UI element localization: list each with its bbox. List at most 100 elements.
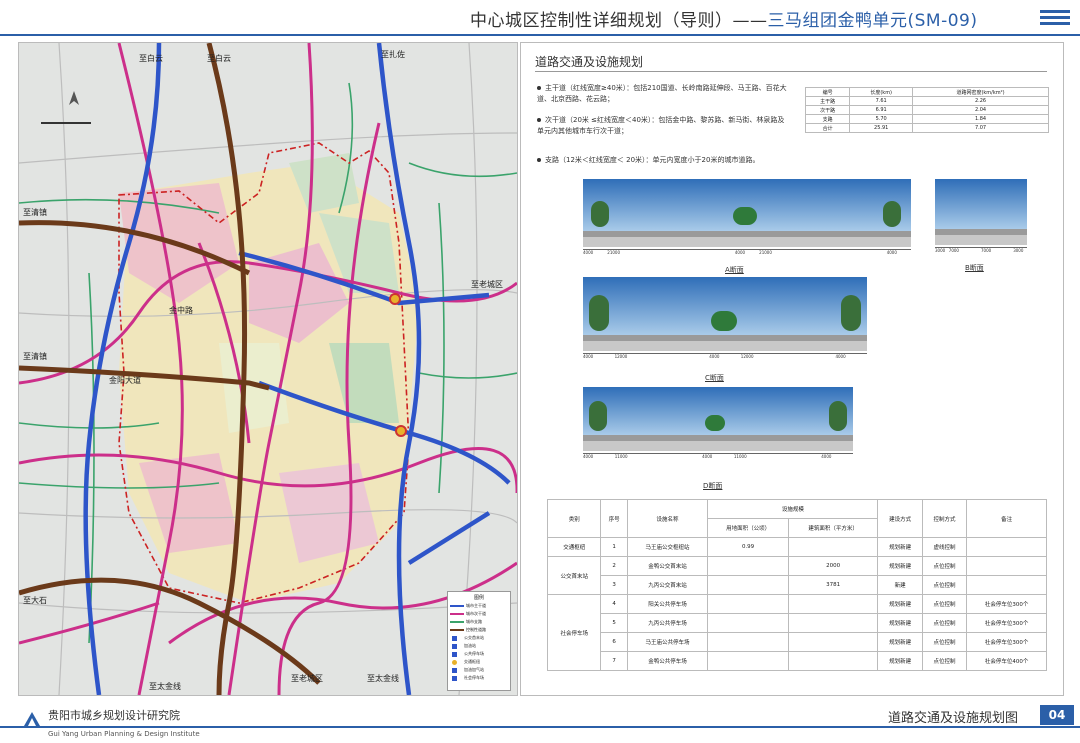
facility-cell: 社会停车位300个 (966, 632, 1047, 652)
facility-cell: 社会停车位300个 (966, 613, 1047, 633)
header-decoration (1040, 10, 1070, 28)
dim: 3000 (935, 247, 949, 256)
table-row: 社会停车场 4 阳关公共停车场 规划新建 点位控制 社会停车位300个 (546, 594, 1047, 671)
facility-cell: 点位控制 (921, 632, 968, 652)
facility-cell (707, 594, 789, 614)
density-cell: 2.26 (912, 96, 1049, 106)
institute-name-en: Gui Yang Urban Planning & Design Institu… (48, 730, 200, 738)
legend-item-bus-terminal: 公交首末站 (464, 635, 484, 640)
density-header: 道路网密度(km/km²) (912, 87, 1049, 97)
facility-header: 备注 (966, 499, 1047, 538)
hub-icon (395, 425, 407, 437)
label-jinzhong-rd: 金中路 (169, 305, 193, 315)
table-row: 交通枢纽 1 马王庙公交枢纽站 0.99 规划新建 虚线控制 (546, 537, 1047, 557)
page-number: 04 (1040, 705, 1074, 725)
facility-cell: 九丙公交首末站 (626, 575, 709, 595)
facility-cell (707, 575, 789, 595)
facility-header: 类别 (546, 499, 602, 538)
bullet-arterial-text: 主干道（红线宽度≥40米）：包括210国道、长岭南路延伸段、马王路、百花大道、北… (537, 84, 787, 103)
institute-logo-icon (24, 712, 40, 726)
facility-cell: 社会停车场 (546, 594, 602, 671)
label-qingzhen-2: 至清镇 (23, 351, 47, 361)
facility-header: 设施规模 (707, 499, 879, 519)
facility-cell: 点位控制 (921, 556, 968, 576)
density-cell: 7.61 (849, 96, 914, 106)
label-baiyun-1: 至白云 (139, 53, 163, 63)
map-svg: 至白云 至白云 至扎佐 至清镇 至清镇 至老城区 至老城区 至大石 至太金线 至… (19, 43, 517, 695)
label-qingzhen-1: 至清镇 (23, 207, 47, 217)
legend-item-arterial: 城市主干道 (466, 603, 486, 608)
facility-cell: 规划新建 (877, 594, 923, 614)
road-density-table: 编号 长度(km) 道路网密度(km/km²) 主干路 7.61 2.26 次干路 6… (804, 87, 1049, 133)
info-panel: 道路交通及设施规划 主干道（红线宽度≥40米）：包括210国道、长岭南路延伸段、… (520, 42, 1064, 696)
facility-cell: 点位控制 (921, 575, 968, 595)
facility-cell (787, 594, 879, 614)
road-plan-map: 至白云 至白云 至扎佐 至清镇 至清镇 至老城区 至老城区 至大石 至太金线 至… (18, 42, 518, 696)
facility-cell: 马王庙公交枢纽站 (626, 537, 709, 557)
page-header: 中心城区控制性详细规划（导则）——三马组团金鸭单元(SM-09) (0, 0, 1080, 36)
drawing-title: 道路交通及设施规划图 (888, 711, 1019, 726)
dim: 11000 (733, 453, 822, 462)
density-cell: 1.84 (912, 114, 1049, 124)
dim: 7000 (981, 247, 1014, 256)
density-header: 编号 (804, 87, 851, 97)
legend-title: 图例 (473, 595, 484, 601)
facility-cell: 3781 (787, 575, 879, 595)
density-cell: 5.70 (849, 114, 914, 124)
dim: 7000 (948, 247, 981, 256)
facility-cell: 规划新建 (877, 613, 923, 633)
table-row: 6 马王庙公共停车场 规划新建 点位控制 社会停车位300个 (548, 632, 1047, 652)
facility-cell: 交通枢纽 (546, 537, 602, 557)
facility-cell: 0.99 (707, 537, 789, 557)
facility-cell: 2000 (787, 556, 879, 576)
facility-header: 序号 (600, 499, 628, 538)
density-cell: 2.04 (912, 105, 1049, 115)
facility-cell: 阳关公共停车场 (626, 594, 709, 614)
title-sub: 三马组团金鸭单元(SM-09) (767, 11, 978, 31)
dim: 21000 (607, 249, 735, 258)
dim: 4000 (583, 453, 615, 462)
section-d-label: D断面 (703, 482, 723, 490)
facility-cell: 点位控制 (921, 594, 968, 614)
density-cell: 支路 (804, 114, 851, 124)
facility-cell: 马王庙公共停车场 (626, 632, 709, 652)
facility-cell: 3 (600, 575, 628, 595)
section-c-label: C断面 (705, 374, 724, 382)
panel-title-divider (535, 71, 1047, 72)
facility-cell: 5 (600, 613, 628, 633)
facility-cell (707, 651, 789, 671)
density-header: 长度(km) (849, 87, 914, 97)
facility-cell: 4 (600, 594, 628, 614)
label-taijin-2: 至太金线 (367, 673, 399, 683)
facility-cell: 社会停车位400个 (966, 651, 1047, 671)
density-cell: 主干路 (804, 96, 851, 106)
facility-cell: 虚线控制 (921, 537, 968, 557)
label-baiyun-2: 至白云 (207, 53, 231, 63)
facility-cell (787, 632, 879, 652)
facility-cell: 1 (600, 537, 628, 557)
label-dazha: 至大石 (23, 595, 47, 605)
facility-subheader: 建筑面积（平方米） (787, 518, 879, 538)
legend-item-branch: 城市支路 (466, 619, 482, 624)
facility-cell: 社会停车位300个 (966, 594, 1047, 614)
dim: 4000 (709, 353, 741, 362)
facility-cell: 6 (600, 632, 628, 652)
section-d-dims: 4000 11000 4000 11000 4000 (583, 453, 854, 462)
density-cell: 25.91 (849, 123, 914, 133)
facility-cell (966, 575, 1047, 595)
facility-subheader: 用地面积（公顷） (707, 518, 789, 538)
table-row: 5 九丙公共停车场 规划新建 点位控制 社会停车位300个 (548, 613, 1047, 633)
facility-cell: 公交首末站 (546, 556, 602, 595)
panel-title: 道路交通及设施规划 (535, 55, 644, 69)
facility-cell (966, 537, 1047, 557)
facility-cell (787, 651, 879, 671)
section-b-dims: 3000 7000 7000 3000 (935, 247, 1027, 256)
dim: 4000 (702, 453, 734, 462)
section-a-label: A断面 (725, 266, 744, 274)
hub-icon (389, 293, 401, 305)
density-cell: 6.91 (849, 105, 914, 115)
institute-name: 贵阳市城乡规划设计研究院 (48, 709, 180, 722)
section-c-drawing (583, 277, 867, 351)
facility-cell: 规划新建 (877, 651, 923, 671)
legend-item-gas: 加油站 (464, 643, 476, 648)
